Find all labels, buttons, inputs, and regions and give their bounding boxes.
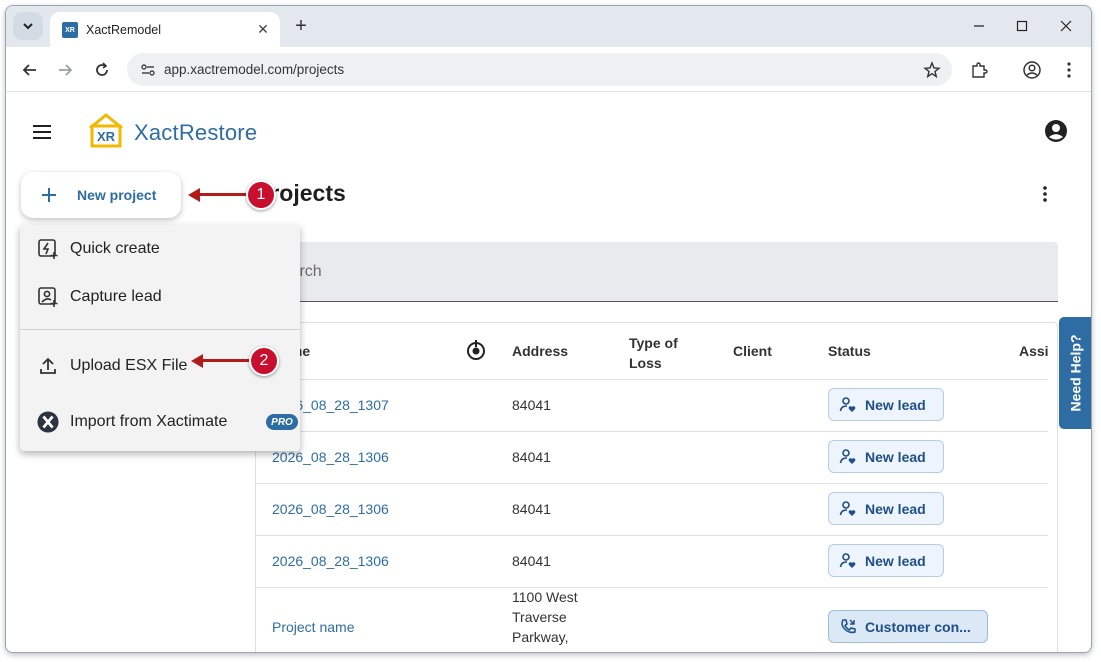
url-text: app.xactremodel.com/projects	[164, 62, 345, 77]
browser-tab[interactable]: XR XactRemodel ✕	[50, 12, 280, 47]
status-text: New lead	[865, 552, 926, 569]
extensions-icon[interactable]	[967, 58, 991, 82]
address-cell: 84041	[512, 501, 551, 517]
arrow-left-icon	[22, 64, 36, 76]
app-logo-text[interactable]: XactRestore	[134, 120, 257, 146]
site-info-icon[interactable]	[139, 61, 157, 79]
status-badge[interactable]: New lead	[828, 492, 944, 525]
favicon-icon: XR	[62, 22, 78, 38]
address-cell: 84041	[512, 397, 551, 413]
user-heart-icon	[839, 396, 857, 414]
menu-item-label: Import from Xactimate	[70, 413, 228, 430]
status-text: Customer con...	[865, 618, 971, 635]
browser-window: XR XactRemodel ✕ + app.xactremodel.com/p…	[5, 5, 1092, 653]
need-help-label: Need Help?	[1067, 334, 1084, 412]
chevron-down-icon	[23, 23, 33, 30]
new-project-label: New project	[77, 187, 157, 203]
address-cell: 84041	[512, 449, 551, 465]
reload-icon	[96, 62, 108, 76]
new-project-button[interactable]: New project	[21, 172, 181, 218]
menu-item-label: Upload ESX File	[70, 357, 188, 374]
callout-line-1	[198, 193, 250, 196]
project-name-link[interactable]: Project name	[272, 619, 354, 635]
search-input[interactable]: Search	[255, 242, 1058, 302]
profile-icon[interactable]	[1020, 58, 1044, 82]
close-tab-icon[interactable]: ✕	[254, 20, 272, 38]
browser-menu-icon[interactable]	[1057, 58, 1081, 82]
user-heart-icon	[839, 552, 857, 570]
row-divider	[256, 431, 1048, 432]
status-badge[interactable]: New lead	[828, 388, 944, 421]
pro-badge: PRO	[266, 414, 298, 430]
column-header-address[interactable]: Address	[512, 343, 568, 359]
status-text: New lead	[865, 396, 926, 413]
projects-table: Name Address Type of Loss Client Status …	[255, 322, 1058, 652]
address-bar[interactable]: app.xactremodel.com/projects	[127, 53, 952, 86]
menu-divider	[20, 329, 300, 330]
logo-icon: XR	[89, 113, 123, 148]
close-window-button[interactable]	[1044, 12, 1088, 40]
menu-item-import-xactimate[interactable]: Import from Xactimate PRO	[20, 400, 300, 444]
column-header-client[interactable]: Client	[733, 343, 772, 359]
tab-search-button[interactable]	[13, 12, 43, 40]
phone-icon	[839, 618, 857, 636]
callout-badge-1: 1	[246, 180, 276, 210]
user-heart-icon	[839, 448, 857, 466]
reload-button[interactable]	[90, 58, 114, 82]
more-options-icon[interactable]	[1033, 182, 1057, 206]
user-heart-icon	[839, 500, 857, 518]
upload-icon	[37, 355, 59, 377]
new-tab-button[interactable]: +	[289, 14, 313, 38]
back-button[interactable]	[18, 58, 42, 82]
new-project-menu: Quick create Capture lead Upload ESX Fil…	[20, 225, 300, 451]
project-name-link[interactable]: 2026_08_28_1306	[272, 449, 389, 465]
row-divider	[256, 535, 1048, 536]
need-help-tab[interactable]: Need Help?	[1059, 317, 1091, 429]
bookmark-star-icon[interactable]	[922, 60, 942, 80]
row-divider	[256, 379, 1048, 380]
project-name-link[interactable]: 2026_08_28_1306	[272, 501, 389, 517]
browser-toolbar: app.xactremodel.com/projects	[6, 47, 1091, 92]
plus-icon	[39, 185, 59, 205]
project-name-link[interactable]: 2026_08_28_1306	[272, 553, 389, 569]
menu-icon[interactable]	[30, 120, 54, 144]
callout-line-2	[201, 359, 253, 362]
arrow-right-icon	[59, 64, 73, 76]
status-text: New lead	[865, 448, 926, 465]
row-divider	[256, 483, 1048, 484]
address-cell: 84041	[512, 553, 551, 569]
menu-item-label: Quick create	[70, 240, 160, 257]
status-text: New lead	[865, 500, 926, 517]
row-divider	[256, 587, 1048, 588]
forward-button[interactable]	[53, 58, 77, 82]
capture-lead-icon	[37, 286, 59, 308]
menu-item-label: Capture lead	[70, 288, 162, 305]
minimize-button[interactable]	[957, 12, 1001, 40]
app-content: XR XactRestore Projects Search Name Addr…	[6, 92, 1091, 652]
column-header-status[interactable]: Status	[828, 343, 871, 359]
xactimate-icon	[37, 411, 59, 433]
column-header-type-of-loss[interactable]: Type of Loss	[629, 333, 689, 373]
address-cell: 1100 West Traverse Parkway, Lehi, 84043	[512, 589, 585, 652]
status-badge[interactable]: Customer con...	[828, 610, 988, 643]
callout-badge-2: 2	[249, 346, 279, 376]
account-icon[interactable]	[1043, 118, 1069, 144]
target-icon[interactable]	[465, 339, 487, 361]
tab-title: XactRemodel	[86, 23, 162, 37]
maximize-button[interactable]	[1000, 12, 1044, 40]
status-badge[interactable]: New lead	[828, 440, 944, 473]
tab-strip: XR XactRemodel ✕ +	[6, 6, 1091, 47]
menu-item-capture-lead[interactable]: Capture lead	[20, 275, 300, 319]
menu-item-quick-create[interactable]: Quick create	[20, 227, 300, 271]
column-header-assignee[interactable]: Assi	[1019, 343, 1049, 359]
quick-create-icon	[37, 238, 59, 260]
status-badge[interactable]: New lead	[828, 544, 944, 577]
svg-text:XR: XR	[97, 129, 116, 144]
